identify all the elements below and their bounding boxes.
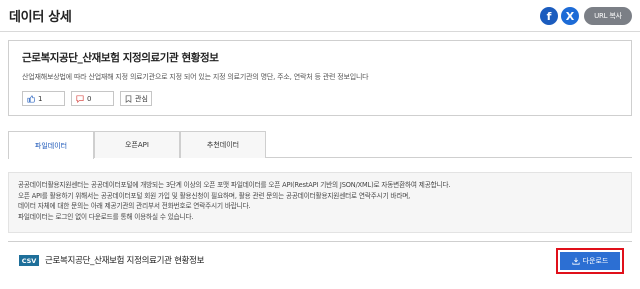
facebook-share-icon[interactable]: f [540,7,558,25]
notice-line: 파일데이터는 로그인 없이 다운로드를 통해 이용하실 수 있습니다. [18,212,194,221]
download-highlight: 다운로드 [556,248,624,274]
tab-recommended-data[interactable]: 추천데이터 [180,131,266,158]
like-count: 1 [38,94,43,103]
data-tabs: 파일데이터 오픈API 추천데이터 [8,131,632,159]
notice-line: 오픈 API를 활용하기 위해서는 공공데이터포털 회원 가입 및 활용신청이 … [18,191,411,200]
file-row: CSV 근로복지공단_산재보험 지정의료기관 현황정보 다운로드 [8,241,632,289]
dataset-description: 산업재해보상법에 따라 산업재해 지정 의료기관으로 지정 되어 있는 지정 의… [22,73,369,81]
notice-line: 공공데이터활용지원센터는 공공데이터포털에 개방되는 3단계 이상의 오픈 포맷… [18,181,451,189]
dataset-info-panel: 근로복지공단_산재보험 지정의료기관 현황정보 산업재해보상법에 따라 산업재해… [8,40,632,116]
tab-file-data[interactable]: 파일데이터 [8,131,94,159]
like-button[interactable]: 1 [22,91,65,106]
bookmark-icon [125,94,132,103]
dislike-count: 0 [87,94,92,103]
comment-icon [76,94,84,103]
download-button[interactable]: 다운로드 [560,252,620,270]
favorite-button[interactable]: 관심 [120,91,152,106]
x-share-icon[interactable]: X [561,7,579,25]
page-header: 데이터 상세 f X URL 복사 [0,0,640,32]
csv-format-badge: CSV [19,255,39,266]
favorite-label: 관심 [135,94,148,103]
dataset-title: 근로복지공단_산재보험 지정의료기관 현황정보 [22,52,219,64]
download-label: 다운로드 [582,257,609,265]
thumbs-up-icon [27,94,35,103]
page-title: 데이터 상세 [9,10,72,25]
notice-line: 데이터 자체에 대한 문의는 아래 제공기관의 관리부서 전화번호로 연락주시기… [18,202,251,211]
notice-box: 공공데이터활용지원센터는 공공데이터포털에 개방되는 3단계 이상의 오픈 포맷… [8,172,632,233]
dislike-button[interactable]: 0 [71,91,114,106]
url-copy-button[interactable]: URL 복사 [584,7,632,25]
tab-open-api[interactable]: 오픈API [94,131,180,158]
download-icon [572,257,580,265]
file-name: 근로복지공단_산재보험 지정의료기관 현황정보 [45,256,205,266]
